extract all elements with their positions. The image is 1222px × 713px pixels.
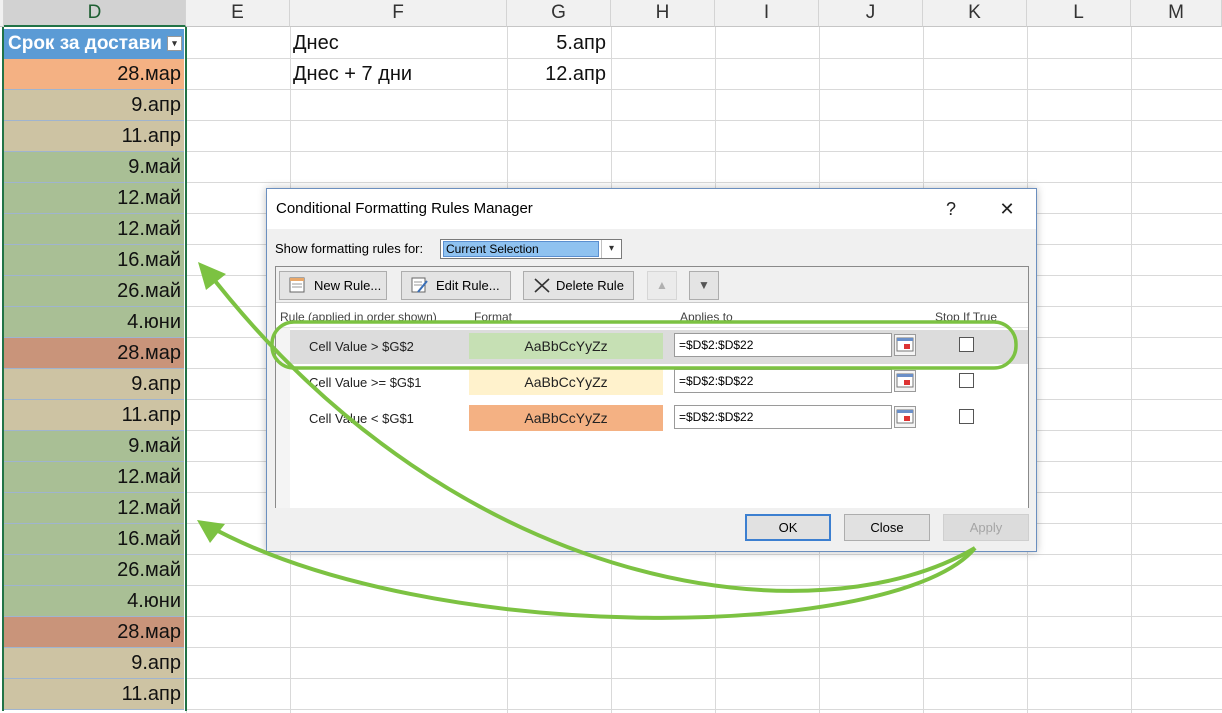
edit-rule-button[interactable]: Edit Rule... bbox=[401, 271, 511, 300]
grid-line bbox=[186, 616, 1222, 617]
column-header-i[interactable]: I bbox=[715, 0, 819, 27]
rules-panel: New Rule... Edit Rule... Delete Rule ▲ ▼… bbox=[275, 266, 1029, 508]
grid-line bbox=[186, 709, 1222, 710]
show-rules-dropdown[interactable]: Current Selection ▾ bbox=[440, 239, 622, 259]
column-header-k[interactable]: K bbox=[923, 0, 1027, 27]
move-up-button[interactable]: ▲ bbox=[647, 271, 677, 300]
format-preview: AaBbCcYyZz bbox=[469, 405, 663, 431]
column-d-cell[interactable]: 9.апр bbox=[4, 648, 184, 679]
help-button[interactable]: ? bbox=[939, 197, 963, 221]
applies-to-field[interactable]: =$D$2:$D$22 bbox=[674, 405, 892, 429]
cell-f3[interactable]: Днес + 7 дни bbox=[293, 59, 412, 89]
show-rules-value: Current Selection bbox=[443, 241, 599, 257]
grid-line bbox=[186, 182, 1222, 183]
rule-row[interactable]: Cell Value >= $G$1 AaBbCcYyZz =$D$2:$D$2… bbox=[276, 366, 1028, 400]
column-header-j[interactable]: J bbox=[819, 0, 923, 27]
column-header-stop-if-true: Stop If True bbox=[935, 310, 998, 324]
table-header-label: Срок за достави bbox=[8, 33, 162, 54]
column-d-cell[interactable]: 9.апр bbox=[4, 369, 184, 400]
range-select-icon[interactable] bbox=[894, 370, 916, 392]
cell-g3[interactable]: 12.апр bbox=[510, 59, 606, 89]
move-down-button[interactable]: ▼ bbox=[689, 271, 719, 300]
conditional-formatting-dialog: Conditional Formatting Rules Manager ? ✕… bbox=[266, 188, 1037, 552]
column-header-g[interactable]: G bbox=[507, 0, 611, 27]
grid-line bbox=[186, 647, 1222, 648]
grid-line bbox=[1131, 27, 1132, 713]
grid-line bbox=[186, 151, 1222, 152]
rule-condition: Cell Value >= $G$1 bbox=[309, 375, 422, 390]
grid-line bbox=[186, 585, 1222, 586]
delete-rule-button[interactable]: Delete Rule bbox=[523, 271, 634, 300]
edit-rule-label: Edit Rule... bbox=[436, 278, 500, 293]
ok-button[interactable]: OK bbox=[745, 514, 831, 541]
column-header-h[interactable]: H bbox=[611, 0, 715, 27]
column-header-f[interactable]: F bbox=[290, 0, 507, 27]
dialog-title: Conditional Formatting Rules Manager bbox=[276, 200, 533, 217]
close-button[interactable]: Close bbox=[844, 514, 930, 541]
dialog-titlebar[interactable]: Conditional Formatting Rules Manager ? ✕ bbox=[267, 189, 1036, 229]
edit-rule-icon bbox=[411, 277, 428, 293]
chevron-down-icon[interactable]: ▾ bbox=[601, 240, 621, 258]
column-header-l[interactable]: L bbox=[1027, 0, 1131, 27]
delete-rule-label: Delete Rule bbox=[556, 278, 624, 293]
column-d-cell[interactable]: 12.май bbox=[4, 462, 184, 493]
apply-button[interactable]: Apply bbox=[943, 514, 1029, 541]
column-d-cell[interactable]: 28.мар bbox=[4, 617, 184, 648]
column-d-cell[interactable]: 4.юни bbox=[4, 586, 184, 617]
show-rules-label: Show formatting rules for: bbox=[275, 241, 424, 256]
column-d-cell[interactable]: 9.май bbox=[4, 152, 184, 183]
column-d-cell[interactable]: 16.май bbox=[4, 524, 184, 555]
column-header-format: Format bbox=[474, 310, 513, 324]
column-d-cell[interactable]: 26.май bbox=[4, 555, 184, 586]
grid-line bbox=[186, 89, 1222, 90]
applies-to-field[interactable]: =$D$2:$D$22 bbox=[674, 369, 892, 393]
rule-row[interactable]: Cell Value > $G$2 AaBbCcYyZz =$D$2:$D$22 bbox=[276, 330, 1028, 364]
rule-condition: Cell Value > $G$2 bbox=[309, 339, 414, 354]
close-icon[interactable]: ✕ bbox=[995, 197, 1019, 221]
format-preview: AaBbCcYyZz bbox=[469, 333, 663, 359]
column-d-cell[interactable]: 28.мар bbox=[4, 59, 184, 90]
column-d-cell[interactable]: 12.май bbox=[4, 214, 184, 245]
new-rule-icon bbox=[289, 277, 305, 293]
column-d-cell[interactable]: 28.мар bbox=[4, 338, 184, 369]
rules-list: Rule (applied in order shown) Format App… bbox=[276, 302, 1028, 508]
new-rule-label: New Rule... bbox=[314, 278, 382, 293]
column-d-cell[interactable]: 12.май bbox=[4, 183, 184, 214]
column-d-cell[interactable]: 11.апр bbox=[4, 121, 184, 152]
column-header-m[interactable]: M bbox=[1131, 0, 1222, 27]
range-select-icon[interactable] bbox=[894, 334, 916, 356]
delete-x-icon bbox=[534, 278, 550, 293]
new-rule-button[interactable]: New Rule... bbox=[279, 271, 387, 300]
column-d-cell[interactable]: 4.юни bbox=[4, 307, 184, 338]
grid-line bbox=[186, 120, 1222, 121]
stop-if-true-checkbox[interactable] bbox=[959, 409, 974, 424]
column-header-applies-to: Applies to bbox=[680, 310, 733, 324]
column-d-cell[interactable]: 9.май bbox=[4, 431, 184, 462]
range-select-icon[interactable] bbox=[894, 406, 916, 428]
column-d-cell[interactable]: 16.май bbox=[4, 245, 184, 276]
cell-f2[interactable]: Днес bbox=[293, 28, 339, 58]
column-d-cell[interactable]: 9.апр bbox=[4, 90, 184, 121]
column-d-cell[interactable]: 11.апр bbox=[4, 400, 184, 431]
grid-line bbox=[186, 678, 1222, 679]
column-d-cell[interactable]: 26.май bbox=[4, 276, 184, 307]
column-header-d[interactable]: D bbox=[4, 0, 186, 27]
column-header-rule: Rule (applied in order shown) bbox=[280, 310, 437, 324]
stop-if-true-checkbox[interactable] bbox=[959, 373, 974, 388]
format-preview: AaBbCcYyZz bbox=[469, 369, 663, 395]
stop-if-true-checkbox[interactable] bbox=[959, 337, 974, 352]
cell-g2[interactable]: 5.апр bbox=[510, 28, 606, 58]
rule-condition: Cell Value < $G$1 bbox=[309, 411, 414, 426]
table-header-cell[interactable]: Срок за достави ▾ bbox=[4, 29, 184, 59]
rule-row[interactable]: Cell Value < $G$1 AaBbCcYyZz =$D$2:$D$22 bbox=[276, 402, 1028, 436]
filter-dropdown-button[interactable]: ▾ bbox=[167, 36, 182, 51]
column-d-cell[interactable]: 11.апр bbox=[4, 679, 184, 710]
grid-line bbox=[186, 554, 1222, 555]
column-header-e[interactable]: E bbox=[186, 0, 290, 27]
applies-to-field[interactable]: =$D$2:$D$22 bbox=[674, 333, 892, 357]
column-d-cell[interactable]: 12.май bbox=[4, 493, 184, 524]
